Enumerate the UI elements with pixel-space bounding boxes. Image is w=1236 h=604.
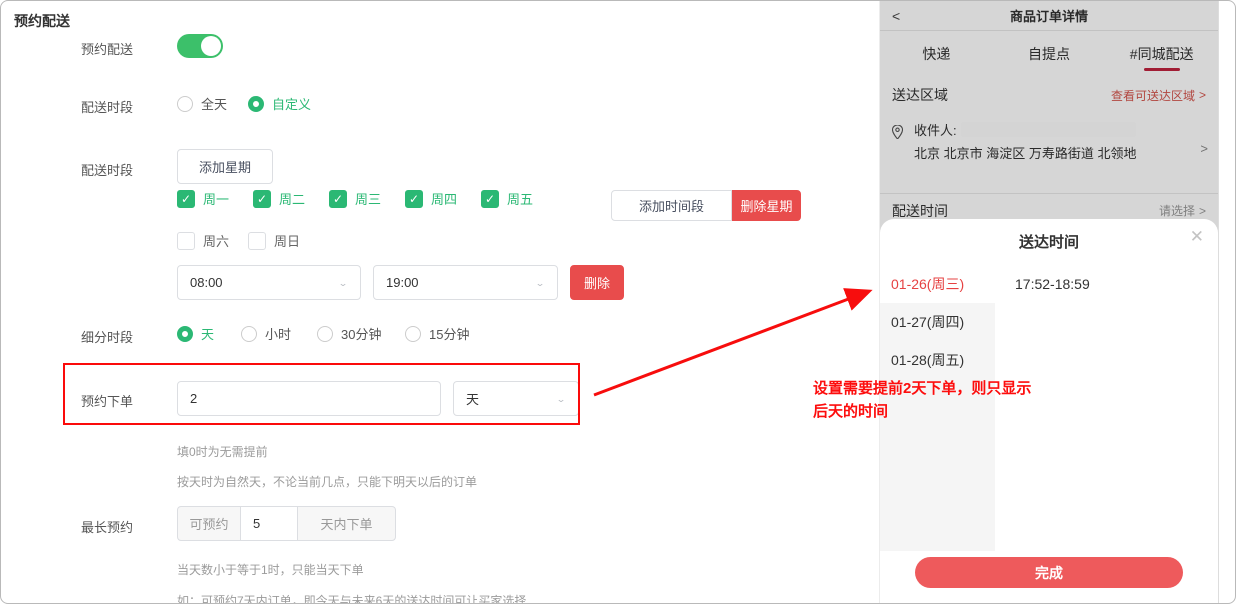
toggle-knob bbox=[201, 36, 221, 56]
advance-hint-1: 填0时为无需提前 bbox=[177, 443, 268, 460]
advance-unit-select[interactable]: 天 ⌄ bbox=[453, 381, 579, 416]
checkbox-icon: ✓ bbox=[253, 190, 271, 208]
radio-30min[interactable]: 30分钟 bbox=[317, 324, 381, 343]
radio-label: 30分钟 bbox=[341, 324, 381, 343]
chevron-down-icon: ⌄ bbox=[338, 278, 348, 288]
checkbox-icon: ✓ bbox=[481, 190, 499, 208]
radio-circle-icon bbox=[177, 96, 193, 112]
radio-circle-icon bbox=[177, 326, 193, 342]
order-preview-panel: < 商品订单详情 快递 自提点 #同城配送 送达区域 查看可送达区域 > 收件人… bbox=[879, 1, 1219, 604]
modal-title: 送达时间 bbox=[880, 231, 1218, 252]
max-row-label: 最长预约 bbox=[81, 517, 133, 536]
weekday-checkbox-tue[interactable]: ✓ 周二 bbox=[253, 189, 305, 208]
period-row-label: 配送时段 bbox=[81, 97, 133, 116]
date-option-selected[interactable]: 01-26(周三) bbox=[880, 265, 995, 303]
time-from-select[interactable]: 08:00 ⌄ bbox=[177, 265, 361, 300]
max-days-input[interactable] bbox=[240, 506, 298, 541]
radio-label: 15分钟 bbox=[429, 324, 469, 343]
weekday-checkbox-mon[interactable]: ✓ 周一 bbox=[177, 189, 229, 208]
checkbox-icon: ✓ bbox=[177, 232, 195, 250]
page-title: 预约配送 bbox=[14, 11, 70, 31]
week-row-label: 配送时段 bbox=[81, 160, 133, 179]
reservation-delivery-toggle[interactable] bbox=[177, 34, 223, 58]
toggle-row-label: 预约配送 bbox=[81, 39, 133, 58]
weekday-checkbox-sat[interactable]: ✓ 周六 bbox=[177, 231, 229, 250]
date-option[interactable]: 01-27(周四) bbox=[880, 303, 995, 341]
checkbox-icon: ✓ bbox=[329, 190, 347, 208]
delete-week-button[interactable]: 删除星期 bbox=[732, 190, 801, 221]
close-icon[interactable]: ✕ bbox=[1190, 227, 1204, 247]
add-week-button[interactable]: 添加星期 bbox=[177, 149, 273, 184]
max-hint-2: 如：可预约7天内订单，即今天与未来6天的送达时间可让买家选择 bbox=[177, 592, 526, 604]
radio-label: 小时 bbox=[265, 324, 291, 343]
time-from-value: 08:00 bbox=[190, 275, 223, 290]
radio-label: 天 bbox=[201, 324, 214, 343]
radio-circle-icon bbox=[241, 326, 257, 342]
advance-hint-2: 按天时为自然天，不论当前几点，只能下明天以后的订单 bbox=[177, 473, 477, 490]
radio-hour[interactable]: 小时 bbox=[241, 324, 291, 343]
weekday-label: 周二 bbox=[279, 189, 305, 208]
date-list-background: 01-27(周四) 01-28(周五) bbox=[880, 303, 995, 551]
weekday-label: 周一 bbox=[203, 189, 229, 208]
weekday-label: 周日 bbox=[274, 231, 300, 250]
checkbox-icon: ✓ bbox=[248, 232, 266, 250]
weekday-checkbox-sun[interactable]: ✓ 周日 bbox=[248, 231, 300, 250]
timeslot-option[interactable]: 17:52-18:59 bbox=[1015, 265, 1090, 303]
advance-days-input[interactable] bbox=[177, 381, 441, 416]
delete-timeslot-button[interactable]: 删除 bbox=[570, 265, 624, 300]
weekday-label: 周四 bbox=[431, 189, 457, 208]
radio-day[interactable]: 天 bbox=[177, 324, 214, 343]
checkbox-icon: ✓ bbox=[405, 190, 423, 208]
time-to-select[interactable]: 19:00 ⌄ bbox=[373, 265, 558, 300]
weekday-label: 周三 bbox=[355, 189, 381, 208]
radio-circle-icon bbox=[248, 96, 264, 112]
weekday-label: 周五 bbox=[507, 189, 533, 208]
add-timeslot-button[interactable]: 添加时间段 bbox=[611, 190, 732, 221]
advance-row-label: 预约下单 bbox=[81, 391, 133, 410]
time-to-value: 19:00 bbox=[386, 275, 419, 290]
date-option[interactable]: 01-28(周五) bbox=[880, 341, 995, 379]
radio-circle-icon bbox=[405, 326, 421, 342]
radio-all-day[interactable]: 全天 bbox=[177, 94, 227, 113]
max-prefix-addon: 可预约 bbox=[177, 506, 241, 541]
done-button[interactable]: 完成 bbox=[915, 557, 1183, 588]
weekday-checkbox-fri[interactable]: ✓ 周五 bbox=[481, 189, 533, 208]
checkbox-icon: ✓ bbox=[177, 190, 195, 208]
radio-label: 全天 bbox=[201, 94, 227, 113]
granularity-row-label: 细分时段 bbox=[81, 327, 133, 346]
date-list: 01-26(周三) 01-27(周四) 01-28(周五) bbox=[880, 265, 995, 551]
weekday-checkbox-wed[interactable]: ✓ 周三 bbox=[329, 189, 381, 208]
chevron-down-icon: ⌄ bbox=[535, 278, 545, 288]
weekday-label: 周六 bbox=[203, 231, 229, 250]
radio-15min[interactable]: 15分钟 bbox=[405, 324, 469, 343]
max-hint-1: 当天数小于等于1时，只能当天下单 bbox=[177, 561, 364, 578]
chevron-down-icon: ⌄ bbox=[556, 394, 566, 404]
delivery-time-modal: 送达时间 ✕ 01-26(周三) 01-27(周四) 01-28(周五) 17:… bbox=[880, 219, 1218, 604]
weekday-checkbox-thu[interactable]: ✓ 周四 bbox=[405, 189, 457, 208]
settings-window: 预约配送 预约配送 配送时段 全天 自定义 配送时段 添加星期 ✓ 周一 ✓ 周… bbox=[0, 0, 1236, 604]
radio-custom[interactable]: 自定义 bbox=[248, 94, 311, 113]
advance-unit-value: 天 bbox=[466, 389, 479, 408]
max-suffix-addon: 天内下单 bbox=[297, 506, 396, 541]
radio-label: 自定义 bbox=[272, 94, 311, 113]
radio-circle-icon bbox=[317, 326, 333, 342]
